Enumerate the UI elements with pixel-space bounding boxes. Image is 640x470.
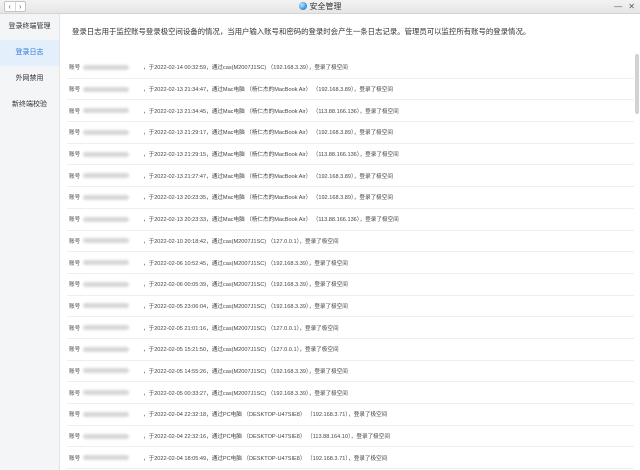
account-label: 账号 xyxy=(69,412,81,419)
log-row: 账号 ，于2022-02-13 20:23:35，通过Mac电脑 （杨仁杰的Mac… xyxy=(67,187,634,209)
account-name-redacted xyxy=(83,411,129,417)
account-label: 账号 xyxy=(69,455,81,462)
sidebar: 登录终端管理 登录日志 外网禁用 新终端校验 xyxy=(0,14,60,470)
log-row: 账号 ，于2022-02-14 00:32:59，通过cas(M2007J1SC)… xyxy=(67,57,634,79)
account-name-redacted xyxy=(83,129,129,135)
account-name-redacted xyxy=(83,281,129,287)
log-row: 账号 ，于2022-02-10 20:18:42，通过cas(M2007J1SC)… xyxy=(67,231,634,253)
sidebar-item-login-log[interactable]: 登录日志 xyxy=(0,40,59,66)
account-label: 账号 xyxy=(69,238,81,245)
log-row: 账号 ，于2022-02-04 22:32:18，通过PC电脑 （DESKTOP-… xyxy=(67,404,634,426)
log-row: 账号 ，于2022-02-13 21:29:17，通过Mac电脑 （杨仁杰的Mac… xyxy=(67,122,634,144)
log-entry-text: ，于2022-02-13 21:29:17，通过Mac电脑 （杨仁杰的MacBo… xyxy=(143,130,393,137)
login-log-list: 账号 ，于2022-02-14 00:32:59，通过cas(M2007J1SC)… xyxy=(67,57,634,470)
account-name-redacted xyxy=(83,433,129,439)
account-name-redacted xyxy=(83,303,129,309)
account-name-redacted xyxy=(83,216,129,222)
main-panel: 登录日志用于监控账号登录极空间设备的情况，当用户输入账号和密码的登录时会产生一条… xyxy=(60,14,640,470)
sidebar-item-external-network-disable[interactable]: 外网禁用 xyxy=(0,66,59,92)
account-label: 账号 xyxy=(69,65,81,72)
log-entry-text: ，于2022-02-13 20:23:35，通过Mac电脑 （杨仁杰的MacBo… xyxy=(143,195,393,202)
account-label: 账号 xyxy=(69,434,81,441)
log-entry-text: ，于2022-02-05 14:55:26，通过cas(M2007J1SC) （… xyxy=(143,368,348,375)
window-title: 安全管理 xyxy=(309,2,342,11)
log-row: 账号 ，于2022-02-13 21:34:47，通过Mac电脑 （杨仁杰的Mac… xyxy=(67,79,634,101)
security-app-icon xyxy=(298,2,307,10)
log-entry-text: ，于2022-02-13 21:29:15，通过Mac电脑 （杨仁杰的MacBo… xyxy=(143,152,399,159)
account-label: 账号 xyxy=(69,390,81,397)
log-row: 账号 ，于2022-02-13 21:34:45，通过Mac电脑 （杨仁杰的Mac… xyxy=(67,100,634,123)
log-entry-text: ，于2022-02-04 22:32:18，通过PC电脑 （DESKTOP-U4… xyxy=(143,412,388,419)
window-controls: — ✕ xyxy=(614,1,635,13)
log-row: 账号 ，于2022-02-05 00:33:27，通过cas(M2007J1SC)… xyxy=(67,382,634,404)
sidebar-item-terminal-management[interactable]: 登录终端管理 xyxy=(0,14,59,40)
log-row: 账号 ，于2022-02-04 22:32:16，通过PC电脑 （DESKTOP-… xyxy=(67,426,634,448)
log-entry-text: ，于2022-02-13 21:34:45，通过Mac电脑 （杨仁杰的MacBo… xyxy=(143,108,399,115)
log-row: 账号 ，于2022-02-06 00:05:39，通过cas(M2007J1SC)… xyxy=(67,274,634,296)
log-entry-text: ，于2022-02-06 00:05:39，通过cas(M2007J1SC) （… xyxy=(143,282,348,289)
log-row: 账号 ，于2022-02-06 10:52:45，通过cas(M2007J1SC)… xyxy=(67,252,634,274)
account-label: 账号 xyxy=(69,303,81,310)
account-label: 账号 xyxy=(69,152,81,159)
scrollbar-thumb[interactable] xyxy=(635,54,639,114)
log-entry-text: ，于2022-02-04 22:32:16，通过PC电脑 （DESKTOP-U4… xyxy=(143,434,390,441)
account-name-redacted xyxy=(83,346,129,352)
account-label: 账号 xyxy=(69,87,81,94)
log-entry-text: ，于2022-02-13 21:27:47，通过Mac电脑 （杨仁杰的MacBo… xyxy=(143,173,393,180)
account-label: 账号 xyxy=(69,347,81,354)
minimize-button[interactable]: — xyxy=(614,1,622,13)
log-entry-text: ，于2022-02-10 20:18:42，通过cas(M2007J1SC) （… xyxy=(143,238,339,245)
account-label: 账号 xyxy=(69,195,81,202)
account-label: 账号 xyxy=(69,217,81,224)
page-description: 登录日志用于监控账号登录极空间设备的情况，当用户输入账号和密码的登录时会产生一条… xyxy=(72,27,531,36)
account-label: 账号 xyxy=(69,260,81,267)
log-entry-text: ，于2022-02-04 18:05:49，通过PC电脑 （DESKTOP-U4… xyxy=(143,455,388,462)
account-label: 账号 xyxy=(69,325,81,332)
log-row: 账号 ，于2022-02-13 21:27:47，通过Mac电脑 （杨仁杰的Mac… xyxy=(67,165,634,188)
account-name-redacted xyxy=(83,455,129,461)
log-entry-text: ，于2022-02-13 21:34:47，通过Mac电脑 （杨仁杰的MacBo… xyxy=(143,87,393,94)
account-name-redacted xyxy=(83,86,129,92)
scrollbar[interactable] xyxy=(635,54,639,466)
log-row: 账号 ，于2022-02-13 21:29:15，通过Mac电脑 （杨仁杰的Mac… xyxy=(67,144,634,166)
log-entry-text: ，于2022-02-13 20:23:33，通过Mac电脑 （杨仁杰的MacBo… xyxy=(143,217,399,224)
log-row: 账号 ，于2022-02-04 18:05:49，通过PC电脑 （DESKTOP-… xyxy=(67,447,634,470)
account-name-redacted xyxy=(83,194,129,200)
log-row: 账号 ，于2022-02-05 15:21:50，通过cas(M2007J1SC)… xyxy=(67,339,634,361)
account-name-redacted xyxy=(83,151,129,157)
account-name-redacted xyxy=(83,238,129,244)
account-label: 账号 xyxy=(69,130,81,137)
log-row: 账号 ，于2022-02-05 21:01:16，通过cas(M2007J1SC)… xyxy=(67,317,634,339)
log-entry-text: ，于2022-02-05 21:01:16，通过cas(M2007J1SC) （… xyxy=(143,325,339,332)
account-name-redacted xyxy=(83,368,129,374)
log-row: 账号 ，于2022-02-05 23:06:04，通过cas(M2007J1SC)… xyxy=(67,296,634,318)
account-name-redacted xyxy=(83,260,129,266)
account-name-redacted xyxy=(83,390,129,396)
log-row: 账号 ，于2022-02-05 14:55:26，通过cas(M2007J1SC)… xyxy=(67,361,634,383)
close-button[interactable]: ✕ xyxy=(628,1,635,13)
account-name-redacted xyxy=(83,64,129,70)
log-row: 账号 ，于2022-02-13 20:23:33，通过Mac电脑 （杨仁杰的Mac… xyxy=(67,209,634,231)
account-name-redacted xyxy=(83,325,129,331)
sidebar-item-new-terminal-verification[interactable]: 新终端校验 xyxy=(0,92,59,118)
account-label: 账号 xyxy=(69,282,81,289)
account-label: 账号 xyxy=(69,173,81,180)
log-entry-text: ，于2022-02-14 00:32:59，通过cas(M2007J1SC) （… xyxy=(143,65,348,72)
account-label: 账号 xyxy=(69,108,81,115)
log-entry-text: ，于2022-02-05 15:21:50，通过cas(M2007J1SC) （… xyxy=(143,347,339,354)
account-name-redacted xyxy=(83,173,129,179)
window-title-wrap: 安全管理 xyxy=(0,1,640,13)
account-name-redacted xyxy=(83,108,129,114)
log-entry-text: ，于2022-02-05 00:33:27，通过cas(M2007J1SC) （… xyxy=(143,390,348,397)
log-entry-text: ，于2022-02-06 10:52:45，通过cas(M2007J1SC) （… xyxy=(143,260,348,267)
log-entry-text: ，于2022-02-05 23:06:04，通过cas(M2007J1SC) （… xyxy=(143,303,348,310)
account-label: 账号 xyxy=(69,368,81,375)
title-bar: ‹ › 安全管理 — ✕ xyxy=(0,0,640,14)
